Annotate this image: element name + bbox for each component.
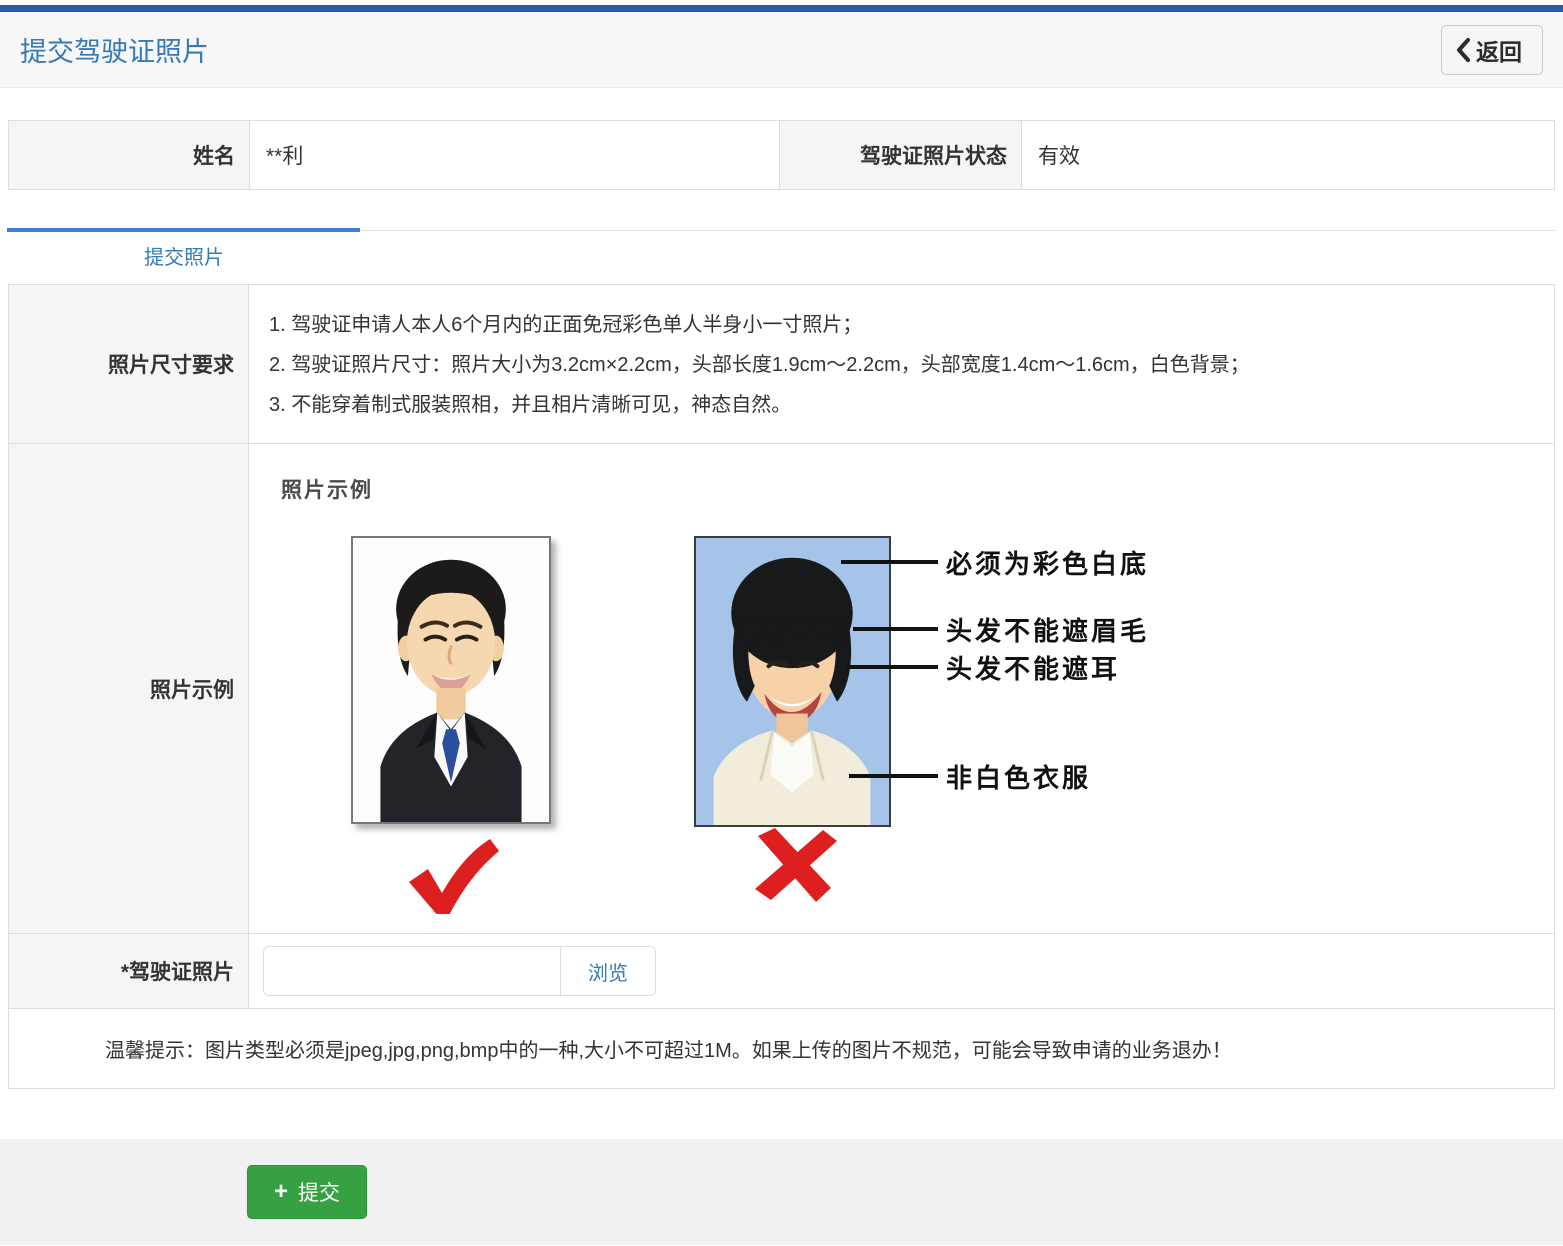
name-label: 姓名 — [9, 121, 249, 189]
submit-button[interactable]: + 提交 — [247, 1165, 367, 1219]
requirement-item: 1. 驾驶证申请人本人6个月内的正面免冠彩色单人半身小一寸照片； — [269, 305, 1534, 345]
upload-tip: 温馨提示：图片类型必须是jpeg,jpg,png,bmp中的一种,大小不可超过1… — [9, 1008, 1554, 1088]
top-blue-rule — [0, 5, 1563, 12]
tab-active-indicator — [7, 228, 360, 232]
applicant-info-table: 姓名 **利 驾驶证照片状态 有效 — [8, 120, 1555, 190]
annotation-hair-ears: 头发不能遮耳 — [846, 650, 1120, 684]
annotation-white-background: 必须为彩色白底 — [841, 545, 1149, 579]
requirements-content: 1. 驾驶证申请人本人6个月内的正面免冠彩色单人半身小一寸照片； 2. 驾驶证照… — [249, 285, 1554, 443]
requirement-item: 3. 不能穿着制式服装照相，并且相片清晰可见，神态自然。 — [269, 385, 1534, 425]
callout-line — [849, 774, 938, 778]
examples-heading: 照片示例 — [281, 474, 373, 504]
annotation-non-white-clothes: 非白色衣服 — [849, 759, 1091, 793]
callout-line — [846, 665, 938, 669]
footer-bar: + 提交 — [0, 1139, 1563, 1245]
callout-line — [853, 627, 938, 631]
photo-form-table: 照片尺寸要求 1. 驾驶证申请人本人6个月内的正面免冠彩色单人半身小一寸照片； … — [8, 284, 1555, 1089]
requirements-row: 照片尺寸要求 1. 驾驶证申请人本人6个月内的正面免冠彩色单人半身小一寸照片； … — [9, 285, 1554, 443]
browse-button[interactable]: 浏览 — [560, 947, 655, 995]
requirements-label: 照片尺寸要求 — [9, 285, 249, 443]
plus-icon: + — [274, 1180, 288, 1204]
name-value: **利 — [249, 121, 779, 189]
upload-content: 浏览 — [249, 934, 1554, 1008]
back-button-label: 返回 — [1476, 33, 1522, 67]
page-header: 提交驾驶证照片 返回 — [0, 12, 1563, 88]
photo-status-value: 有效 — [1021, 121, 1554, 189]
annotation-hair-eyebrows: 头发不能遮眉毛 — [853, 612, 1149, 646]
correct-photo-example — [351, 536, 551, 824]
check-icon — [401, 836, 501, 914]
examples-label: 照片示例 — [9, 444, 249, 933]
cross-icon — [751, 826, 837, 904]
license-photo-label: *驾驶证照片 — [9, 934, 249, 1008]
requirement-item: 2. 驾驶证照片尺寸：照片大小为3.2cm×2.2cm，头部长度1.9cm～2.… — [269, 345, 1534, 385]
photo-status-label: 驾驶证照片状态 — [779, 121, 1021, 189]
examples-row: 照片示例 照片示例 — [9, 443, 1554, 933]
callout-line — [841, 560, 938, 564]
tab-submit-photo[interactable]: 提交照片 — [8, 231, 360, 285]
file-input-group: 浏览 — [263, 946, 656, 996]
tab-strip: 提交照片 — [8, 230, 1555, 284]
upload-row: *驾驶证照片 浏览 — [9, 933, 1554, 1008]
license-photo-file-input[interactable] — [264, 947, 560, 995]
submit-button-label: 提交 — [298, 1177, 340, 1207]
examples-content: 照片示例 — [249, 444, 1554, 933]
back-button[interactable]: 返回 — [1441, 25, 1543, 75]
page-title: 提交驾驶证照片 — [20, 30, 209, 69]
chevron-left-icon — [1456, 37, 1470, 63]
